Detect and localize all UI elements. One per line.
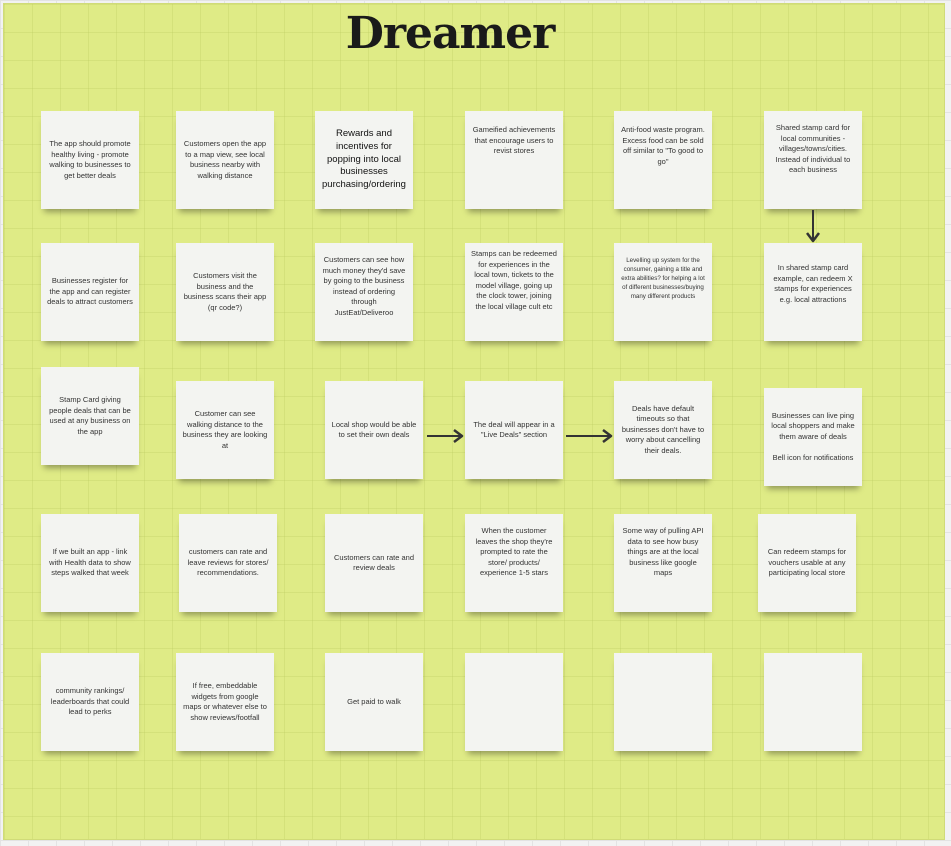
note-text: community rankings/ leaderboards that co… [50, 686, 130, 717]
note-text: If free, embeddable widgets from google … [183, 681, 267, 722]
note-text: Anti-food waste program. Excess food can… [621, 125, 705, 166]
note-text: Rewards and incentives for popping into … [322, 127, 406, 191]
sticky-note-empty[interactable] [465, 653, 563, 751]
sticky-note[interactable]: Businesses can live ping local shoppers … [764, 388, 862, 486]
sticky-note[interactable]: Deals have default timeouts so that busi… [614, 381, 712, 479]
sticky-note[interactable]: community rankings/ leaderboards that co… [41, 653, 139, 751]
sticky-note[interactable]: customers can rate and leave reviews for… [179, 514, 277, 612]
sticky-note[interactable]: Some way of pulling API data to see how … [614, 514, 712, 612]
sticky-note[interactable]: Customers can rate and review deals [325, 514, 423, 612]
board-title[interactable]: Dreamer [300, 8, 600, 59]
sticky-note[interactable]: Businesses register for the app and can … [41, 243, 139, 341]
note-text: Customers visit the business and the bus… [183, 271, 267, 312]
note-text: Deals have default timeouts so that busi… [621, 403, 705, 455]
sticky-note[interactable]: The deal will appear in a "Live Deals" s… [465, 381, 563, 479]
sticky-note[interactable]: If free, embeddable widgets from google … [176, 653, 274, 751]
note-text: If we built an app - link with Health da… [49, 547, 131, 578]
sticky-note[interactable]: Gameified achievements that encourage us… [465, 111, 563, 209]
sticky-note[interactable]: Levelling up system for the consumer, ga… [614, 243, 712, 341]
note-text: Customers can see how much money they'd … [322, 255, 406, 317]
sticky-note-empty[interactable] [764, 653, 862, 751]
note-text: Stamps can be redeemed for experiences i… [471, 249, 557, 311]
note-text: The deal will appear in a "Live Deals" s… [473, 419, 555, 440]
note-text: In shared stamp card example, can redeem… [773, 263, 853, 304]
arrow-right-icon[interactable] [566, 428, 614, 444]
note-text: customers can rate and leave reviews for… [187, 547, 269, 578]
sticky-note[interactable]: Rewards and incentives for popping into … [315, 111, 413, 209]
note-text: Local shop would be able to set their ow… [331, 419, 417, 440]
sticky-note[interactable]: If we built an app - link with Health da… [41, 514, 139, 612]
sticky-note[interactable]: Customers can see how much money they'd … [315, 243, 413, 341]
arrow-right-icon[interactable] [427, 428, 465, 444]
sticky-note[interactable]: Customers open the app to a map view, se… [176, 111, 274, 209]
note-text: Customer can see walking distance to the… [182, 409, 268, 450]
note-text: Gameified achievements that encourage us… [472, 125, 556, 155]
note-text: Shared stamp card for local communities … [775, 123, 851, 174]
note-text: When the customer leaves the shop they'r… [475, 526, 553, 577]
sticky-note[interactable]: Can redeem stamps for vouchers usable at… [758, 514, 856, 612]
note-text: Can redeem stamps for vouchers usable at… [767, 547, 847, 578]
note-text: The app should promote healthy living - … [49, 139, 131, 180]
sticky-note[interactable]: Customer can see walking distance to the… [176, 381, 274, 479]
note-text: Levelling up system for the consumer, ga… [621, 257, 705, 300]
sticky-note[interactable]: Stamp Card giving people deals that can … [41, 367, 139, 465]
sticky-note[interactable]: The app should promote healthy living - … [41, 111, 139, 209]
sticky-note[interactable]: When the customer leaves the shop they'r… [465, 514, 563, 612]
note-text: Businesses register for the app and can … [47, 276, 133, 307]
note-text: Get paid to walk [347, 696, 401, 706]
note-text: Customers open the app to a map view, se… [183, 139, 267, 180]
sticky-note[interactable]: Anti-food waste program. Excess food can… [614, 111, 712, 209]
sticky-note[interactable]: Stamps can be redeemed for experiences i… [465, 243, 563, 341]
arrow-down-icon[interactable] [805, 210, 821, 244]
sticky-note[interactable]: Shared stamp card for local communities … [764, 111, 862, 209]
sticky-note[interactable]: Get paid to walk [325, 653, 423, 751]
note-text: Customers can rate and review deals [333, 552, 415, 573]
sticky-note[interactable]: In shared stamp card example, can redeem… [764, 243, 862, 341]
note-text: Some way of pulling API data to see how … [622, 526, 704, 577]
sticky-note-empty[interactable] [614, 653, 712, 751]
note-text: Businesses can live ping local shoppers … [771, 410, 855, 462]
sticky-note[interactable]: Customers visit the business and the bus… [176, 243, 274, 341]
note-text: Stamp Card giving people deals that can … [49, 395, 131, 436]
sticky-note[interactable]: Local shop would be able to set their ow… [325, 381, 423, 479]
